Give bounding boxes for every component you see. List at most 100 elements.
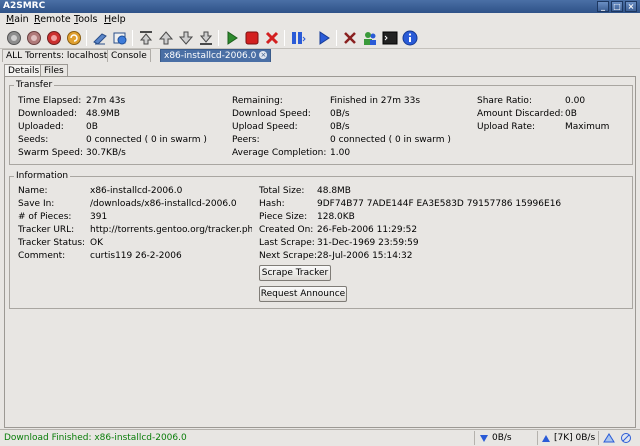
- remaining-value: Finished in 27m 33s: [330, 96, 421, 106]
- open-torrent-icon[interactable]: [92, 30, 108, 46]
- tracker-status-label: Tracker Status:: [18, 238, 86, 248]
- total-size-label: Total Size:: [259, 186, 305, 196]
- amount-discarded-value: 0B: [565, 109, 577, 119]
- tab-console[interactable]: Console: [107, 49, 151, 62]
- upload-speed-label: Upload Speed:: [232, 122, 298, 132]
- request-announce-button[interactable]: Request Announce: [259, 286, 347, 302]
- time-elapsed-label: Time Elapsed:: [18, 96, 82, 106]
- menu-remote[interactable]: Remote: [34, 14, 71, 25]
- download-speed-value: 0B/s: [330, 109, 350, 119]
- info-icon[interactable]: [402, 30, 418, 46]
- pause-icon[interactable]: [290, 30, 306, 46]
- swarm-speed-label: Swarm Speed:: [18, 148, 84, 158]
- console-icon[interactable]: [382, 30, 398, 46]
- refresh-icon[interactable]: [66, 30, 82, 46]
- hash-value: 9DF74B77 7ADE144F EA3E583D 79157786 1599…: [317, 199, 562, 209]
- stop-icon[interactable]: [244, 30, 260, 46]
- menu-tools[interactable]: Tools: [74, 14, 97, 25]
- name-value: x86-installcd-2006.0: [90, 186, 183, 196]
- menu-bar: Main Remote Tools Help: [0, 13, 640, 27]
- uploaded-value: 0B: [86, 122, 98, 132]
- toolbar-separator: [218, 30, 219, 46]
- piece-size-value: 128.0KB: [317, 212, 355, 222]
- scrape-tracker-button[interactable]: Scrape Tracker: [259, 265, 331, 281]
- menu-help[interactable]: Help: [104, 14, 126, 25]
- tab-x86-installcd[interactable]: x86-installcd-2006.0 ×: [160, 49, 272, 62]
- close-tab-icon[interactable]: ×: [259, 51, 268, 59]
- remove-icon[interactable]: [264, 30, 280, 46]
- average-completion-label: Average Completion:: [232, 148, 327, 158]
- move-bottom-icon[interactable]: [198, 30, 214, 46]
- downloaded-label: Downloaded:: [18, 109, 78, 119]
- tracker-url-label: Tracker URL:: [18, 225, 75, 235]
- last-scrape-label: Last Scrape:: [259, 238, 315, 248]
- status-divider: [474, 431, 475, 445]
- toolbar-separator: [132, 30, 133, 46]
- share-ratio-label: Share Ratio:: [477, 96, 532, 106]
- torrent-tabs: ALL Torrents: localhost Console x86-inst…: [0, 49, 640, 62]
- move-down-icon[interactable]: [178, 30, 194, 46]
- open-url-icon[interactable]: [112, 30, 128, 46]
- resume-icon[interactable]: [316, 30, 332, 46]
- window-title: A2SMRC: [3, 1, 46, 11]
- total-size-value: 48.8MB: [317, 186, 351, 196]
- status-message: Download Finished: x86-installcd-2006.0: [4, 433, 187, 443]
- comment-value: curtis119 26-2-2006: [90, 251, 182, 261]
- status-divider: [537, 431, 538, 445]
- upload-rate-label: Upload Rate:: [477, 122, 536, 132]
- created-on-value: 26-Feb-2006 11:29:52: [317, 225, 418, 235]
- toolbar-separator: [336, 30, 337, 46]
- tracker-url-value: http://torrents.gentoo.org/tracker.php: [90, 225, 252, 235]
- save-in-value: /downloads/x86-installcd-2006.0: [90, 199, 237, 209]
- pieces-label: # of Pieces:: [18, 212, 72, 222]
- stop-connection-icon[interactable]: [46, 30, 62, 46]
- close-button[interactable]: ×: [625, 1, 637, 12]
- swarm-speed-value: 30.7KB/s: [86, 148, 126, 158]
- piece-size-label: Piece Size:: [259, 212, 308, 222]
- title-bar[interactable]: A2SMRC _ □ ×: [0, 0, 640, 13]
- amount-discarded-label: Amount Discarded:: [477, 109, 564, 119]
- pieces-value: 391: [90, 212, 108, 222]
- toolbar-separator: [86, 30, 87, 46]
- download-speed-status: 0B/s: [492, 433, 512, 443]
- upload-rate-value: Maximum: [565, 122, 610, 132]
- last-scrape-value: 31-Dec-1969 23:59:59: [317, 238, 419, 248]
- users-icon[interactable]: [362, 30, 378, 46]
- comment-label: Comment:: [18, 251, 66, 261]
- uploaded-label: Uploaded:: [18, 122, 64, 132]
- next-scrape-value: 28-Jul-2006 15:14:32: [317, 251, 413, 261]
- network-status-icon[interactable]: [603, 432, 615, 444]
- toolbar-separator: [284, 30, 285, 46]
- seeds-label: Seeds:: [18, 135, 49, 145]
- connection-status-icon[interactable]: [620, 432, 632, 444]
- peers-label: Peers:: [232, 135, 260, 145]
- minimize-button[interactable]: _: [597, 1, 609, 12]
- time-elapsed-value: 27m 43s: [86, 96, 126, 106]
- status-bar: Download Finished: x86-installcd-2006.0 …: [0, 429, 640, 446]
- move-top-icon[interactable]: [138, 30, 154, 46]
- download-arrow-icon: [480, 435, 488, 442]
- hash-label: Hash:: [259, 199, 285, 209]
- tab-all-torrents[interactable]: ALL Torrents: localhost: [2, 49, 112, 62]
- menu-main[interactable]: Main: [6, 14, 29, 25]
- upload-speed-value: 0B/s: [330, 122, 350, 132]
- status-divider: [598, 431, 599, 445]
- tracker-status-value: OK: [90, 238, 103, 248]
- seeds-value: 0 connected ( 0 in swarm ): [86, 135, 207, 145]
- information-group: Information Name: x86-installcd-2006.0 S…: [9, 171, 633, 309]
- average-completion-value: 1.00: [330, 148, 351, 158]
- disconnect-icon[interactable]: [26, 30, 42, 46]
- preferences-icon[interactable]: [342, 30, 358, 46]
- next-scrape-label: Next Scrape:: [259, 251, 317, 261]
- share-ratio-value: 0.00: [565, 96, 586, 106]
- maximize-button[interactable]: □: [611, 1, 623, 12]
- start-icon[interactable]: [224, 30, 240, 46]
- save-in-label: Save In:: [18, 199, 55, 209]
- move-up-icon[interactable]: [158, 30, 174, 46]
- download-speed-label: Download Speed:: [232, 109, 311, 119]
- connect-icon[interactable]: [6, 30, 22, 46]
- details-panel: Transfer Time Elapsed: 27m 43s Downloade…: [4, 76, 636, 428]
- peers-value: 0 connected ( 0 in swarm ): [330, 135, 451, 145]
- information-title: Information: [14, 171, 71, 181]
- downloaded-value: 48.9MB: [86, 109, 120, 119]
